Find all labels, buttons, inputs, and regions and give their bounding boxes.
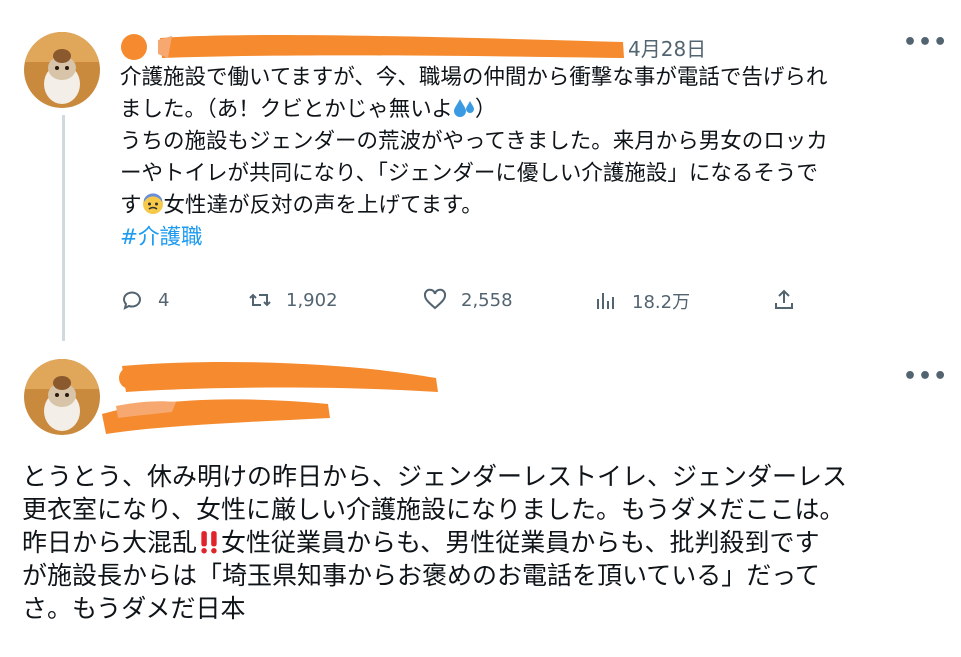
anxious-face-emoji (142, 193, 163, 214)
tweet-line: 介護施設で働いてますが、今、職場の仲間から衝撃な事が電話で告げられ (120, 65, 828, 90)
tweet-line: とうとう、休み明けの昨日から、ジェンダーレストイレ、ジェンダーレス (22, 462, 848, 491)
views-icon (597, 293, 614, 309)
more-options-icon[interactable]: ••• (903, 30, 948, 55)
tweet-line: ーやトイレが共同になり、「ジェンダーに優しい介護施設」になるそうで (120, 161, 818, 186)
tweet-date[interactable]: 4月28日 (628, 33, 706, 62)
share-button[interactable] (772, 288, 796, 312)
tweet-line: ました。（あ！クビとかじゃ無いよ (120, 97, 453, 122)
reply-button[interactable]: 4 (120, 288, 169, 312)
tweet-line: 昨日から大混乱 (22, 528, 198, 557)
share-icon (775, 289, 793, 309)
tweet-line: さ。もうダメだ日本 (22, 594, 246, 623)
avatar[interactable] (24, 32, 100, 108)
like-count: 2,558 (461, 289, 513, 311)
views-count: 18.2万 (632, 292, 691, 313)
sweat-droplets-emoji (453, 99, 474, 117)
tweet-text: 介護施設で働いてますが、今、職場の仲間から衝撃な事が電話で告げられ ました。（あ… (120, 62, 920, 254)
tweet-line: す (120, 193, 142, 218)
reply-count: 4 (158, 289, 170, 311)
avatar-dog-photo (24, 359, 100, 435)
double-exclamation-emoji (201, 531, 217, 554)
tweet-text: とうとう、休み明けの昨日から、ジェンダーレストイレ、ジェンダーレス 更衣室になり… (22, 460, 947, 625)
redacted-username (102, 362, 438, 434)
tweet-actions: 4 1,902 2,558 18.2万 (120, 288, 820, 320)
retweet-count: 1,902 (286, 289, 338, 311)
avatar-dog-photo (24, 32, 100, 108)
tweet-line: 女性従業員からも、男性従業員からも、批判殺到です (221, 528, 820, 557)
heart-icon (423, 288, 447, 310)
thread-connector-line (62, 115, 65, 341)
tweet-line: 女性達が反対の声を上げてます。 (163, 193, 483, 218)
like-button[interactable]: 2,558 (423, 288, 513, 312)
tweet-line: ） (474, 97, 497, 122)
retweet-icon (249, 293, 271, 307)
tweet-line: うちの施設もジェンダーの荒波がやってきました。来月から男女のロッカ (120, 129, 828, 154)
avatar[interactable] (24, 359, 100, 435)
reply-icon (123, 291, 141, 310)
views-button[interactable]: 18.2万 (594, 288, 690, 314)
hashtag-link[interactable]: #介護職 (120, 225, 203, 250)
tweet-line: 更衣室になり、女性に厳しい介護施設になりました。もうダメだここは。 (22, 495, 845, 524)
more-options-icon[interactable]: ••• (903, 364, 948, 389)
tweet-line: が施設長からは「埼玉県知事からお褒めのお電話を頂いている」だって (22, 561, 821, 590)
retweet-button[interactable]: 1,902 (248, 288, 338, 312)
